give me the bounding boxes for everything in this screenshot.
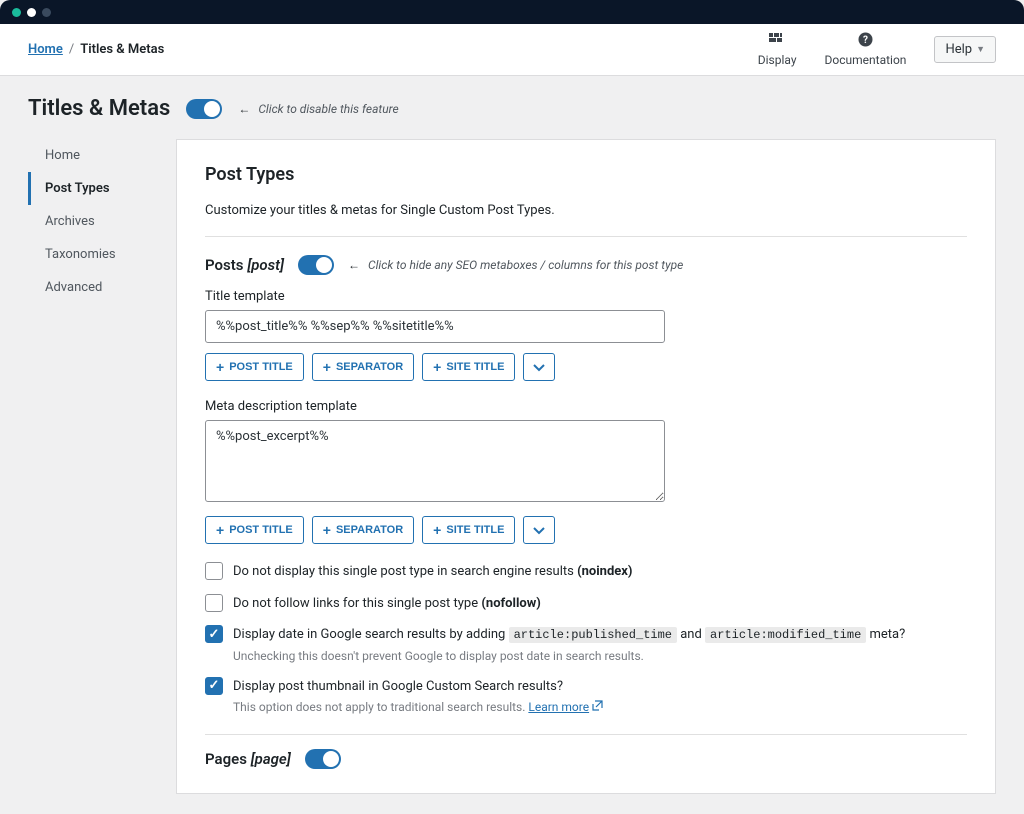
site-title-button[interactable]: +SITE TITLE <box>422 353 515 381</box>
site-title-button[interactable]: +SITE TITLE <box>422 516 515 544</box>
breadcrumb-separator: / <box>69 42 74 57</box>
separator-button[interactable]: +SEPARATOR <box>312 353 414 381</box>
documentation-label: Documentation <box>825 53 907 67</box>
display-date-checkbox[interactable] <box>205 625 223 643</box>
plus-icon: + <box>323 523 331 537</box>
plus-icon: + <box>216 360 224 374</box>
pages-toggle[interactable] <box>305 749 341 769</box>
learn-more-link[interactable]: Learn more <box>528 700 589 714</box>
external-link-icon <box>592 698 603 716</box>
posts-toggle[interactable] <box>298 255 334 275</box>
svg-text:?: ? <box>863 35 868 46</box>
nofollow-checkbox[interactable] <box>205 594 223 612</box>
window-titlebar <box>0 0 1024 24</box>
sidebar-item-taxonomies[interactable]: Taxonomies <box>28 238 176 271</box>
arrow-left-icon: ← <box>238 102 250 116</box>
help-dropdown[interactable]: Help ▼ <box>934 36 996 63</box>
meta-desc-textarea[interactable]: %%post_excerpt%% <box>205 420 665 502</box>
feature-toggle[interactable] <box>186 99 222 119</box>
noindex-row: Do not display this single post type in … <box>205 562 967 582</box>
display-icon <box>769 33 785 51</box>
chevron-down-icon <box>533 523 545 538</box>
plus-icon: + <box>433 360 441 374</box>
more-tags-dropdown[interactable] <box>523 353 555 381</box>
feature-toggle-hint-text: Click to disable this feature <box>258 102 398 116</box>
meta-desc-buttons: +POST TITLE +SEPARATOR +SITE TITLE <box>205 516 967 544</box>
display-button[interactable]: Display <box>758 33 797 67</box>
sidebar-item-advanced[interactable]: Advanced <box>28 271 176 304</box>
sidebar-item-home[interactable]: Home <box>28 139 176 172</box>
sidebar-item-post-types[interactable]: Post Types <box>28 172 176 205</box>
display-date-label: Display date in Google search results by… <box>233 625 905 665</box>
plus-icon: + <box>323 360 331 374</box>
sidebar-item-archives[interactable]: Archives <box>28 205 176 238</box>
nofollow-row: Do not follow links for this single post… <box>205 594 967 614</box>
breadcrumb-current: Titles & Metas <box>80 42 164 57</box>
display-thumbnail-checkbox[interactable] <box>205 677 223 695</box>
documentation-button[interactable]: ? Documentation <box>825 32 907 67</box>
window-dot-white[interactable] <box>27 8 36 17</box>
post-title-button[interactable]: +POST TITLE <box>205 516 304 544</box>
posts-toggle-hint: ← Click to hide any SEO metaboxes / colu… <box>348 258 683 272</box>
page-title: Titles & Metas <box>28 96 170 121</box>
help-circle-icon: ? <box>858 32 873 51</box>
title-template-input[interactable] <box>205 310 665 343</box>
arrow-left-icon: ← <box>348 258 360 272</box>
title-template-buttons: +POST TITLE +SEPARATOR +SITE TITLE <box>205 353 967 381</box>
main-panel: Post Types Customize your titles & metas… <box>176 139 996 794</box>
meta-desc-label: Meta description template <box>205 399 967 414</box>
window-dot-green[interactable] <box>12 8 21 17</box>
chevron-down-icon <box>533 360 545 375</box>
posts-header-row: Posts [post] ← Click to hide any SEO met… <box>205 255 967 275</box>
header-bar: Home / Titles & Metas Display ? Document… <box>0 24 1024 76</box>
divider <box>205 734 967 735</box>
separator-button[interactable]: +SEPARATOR <box>312 516 414 544</box>
breadcrumb: Home / Titles & Metas <box>28 42 164 57</box>
noindex-label: Do not display this single post type in … <box>233 562 632 582</box>
pages-header-row: Pages [page] <box>205 749 967 769</box>
section-title: Post Types <box>205 164 967 185</box>
display-date-hint: Unchecking this doesn't prevent Google t… <box>233 647 905 665</box>
plus-icon: + <box>433 523 441 537</box>
display-date-row: Display date in Google search results by… <box>205 625 967 665</box>
title-template-label: Title template <box>205 289 967 304</box>
section-desc: Customize your titles & metas for Single… <box>205 203 967 237</box>
noindex-checkbox[interactable] <box>205 562 223 580</box>
display-thumbnail-hint: This option does not apply to traditiona… <box>233 698 603 716</box>
more-tags-dropdown[interactable] <box>523 516 555 544</box>
caret-down-icon: ▼ <box>976 44 985 55</box>
window-dot-gray[interactable] <box>42 8 51 17</box>
header-right: Display ? Documentation Help ▼ <box>758 32 996 67</box>
plus-icon: + <box>216 523 224 537</box>
breadcrumb-home[interactable]: Home <box>28 42 63 57</box>
post-title-button[interactable]: +POST TITLE <box>205 353 304 381</box>
help-label: Help <box>945 42 972 57</box>
content-row: Home Post Types Archives Taxonomies Adva… <box>28 139 996 794</box>
page-title-row: Titles & Metas ← Click to disable this f… <box>28 96 996 121</box>
feature-toggle-hint: ← Click to disable this feature <box>238 102 398 116</box>
nofollow-label: Do not follow links for this single post… <box>233 594 541 614</box>
pages-label: Pages [page] <box>205 750 291 768</box>
posts-toggle-hint-text: Click to hide any SEO metaboxes / column… <box>368 258 683 272</box>
sidebar: Home Post Types Archives Taxonomies Adva… <box>28 139 176 794</box>
page-container: Titles & Metas ← Click to disable this f… <box>0 76 1024 814</box>
display-label: Display <box>758 53 797 67</box>
posts-label: Posts [post] <box>205 256 284 274</box>
display-thumbnail-label: Display post thumbnail in Google Custom … <box>233 677 603 717</box>
display-thumbnail-row: Display post thumbnail in Google Custom … <box>205 677 967 717</box>
